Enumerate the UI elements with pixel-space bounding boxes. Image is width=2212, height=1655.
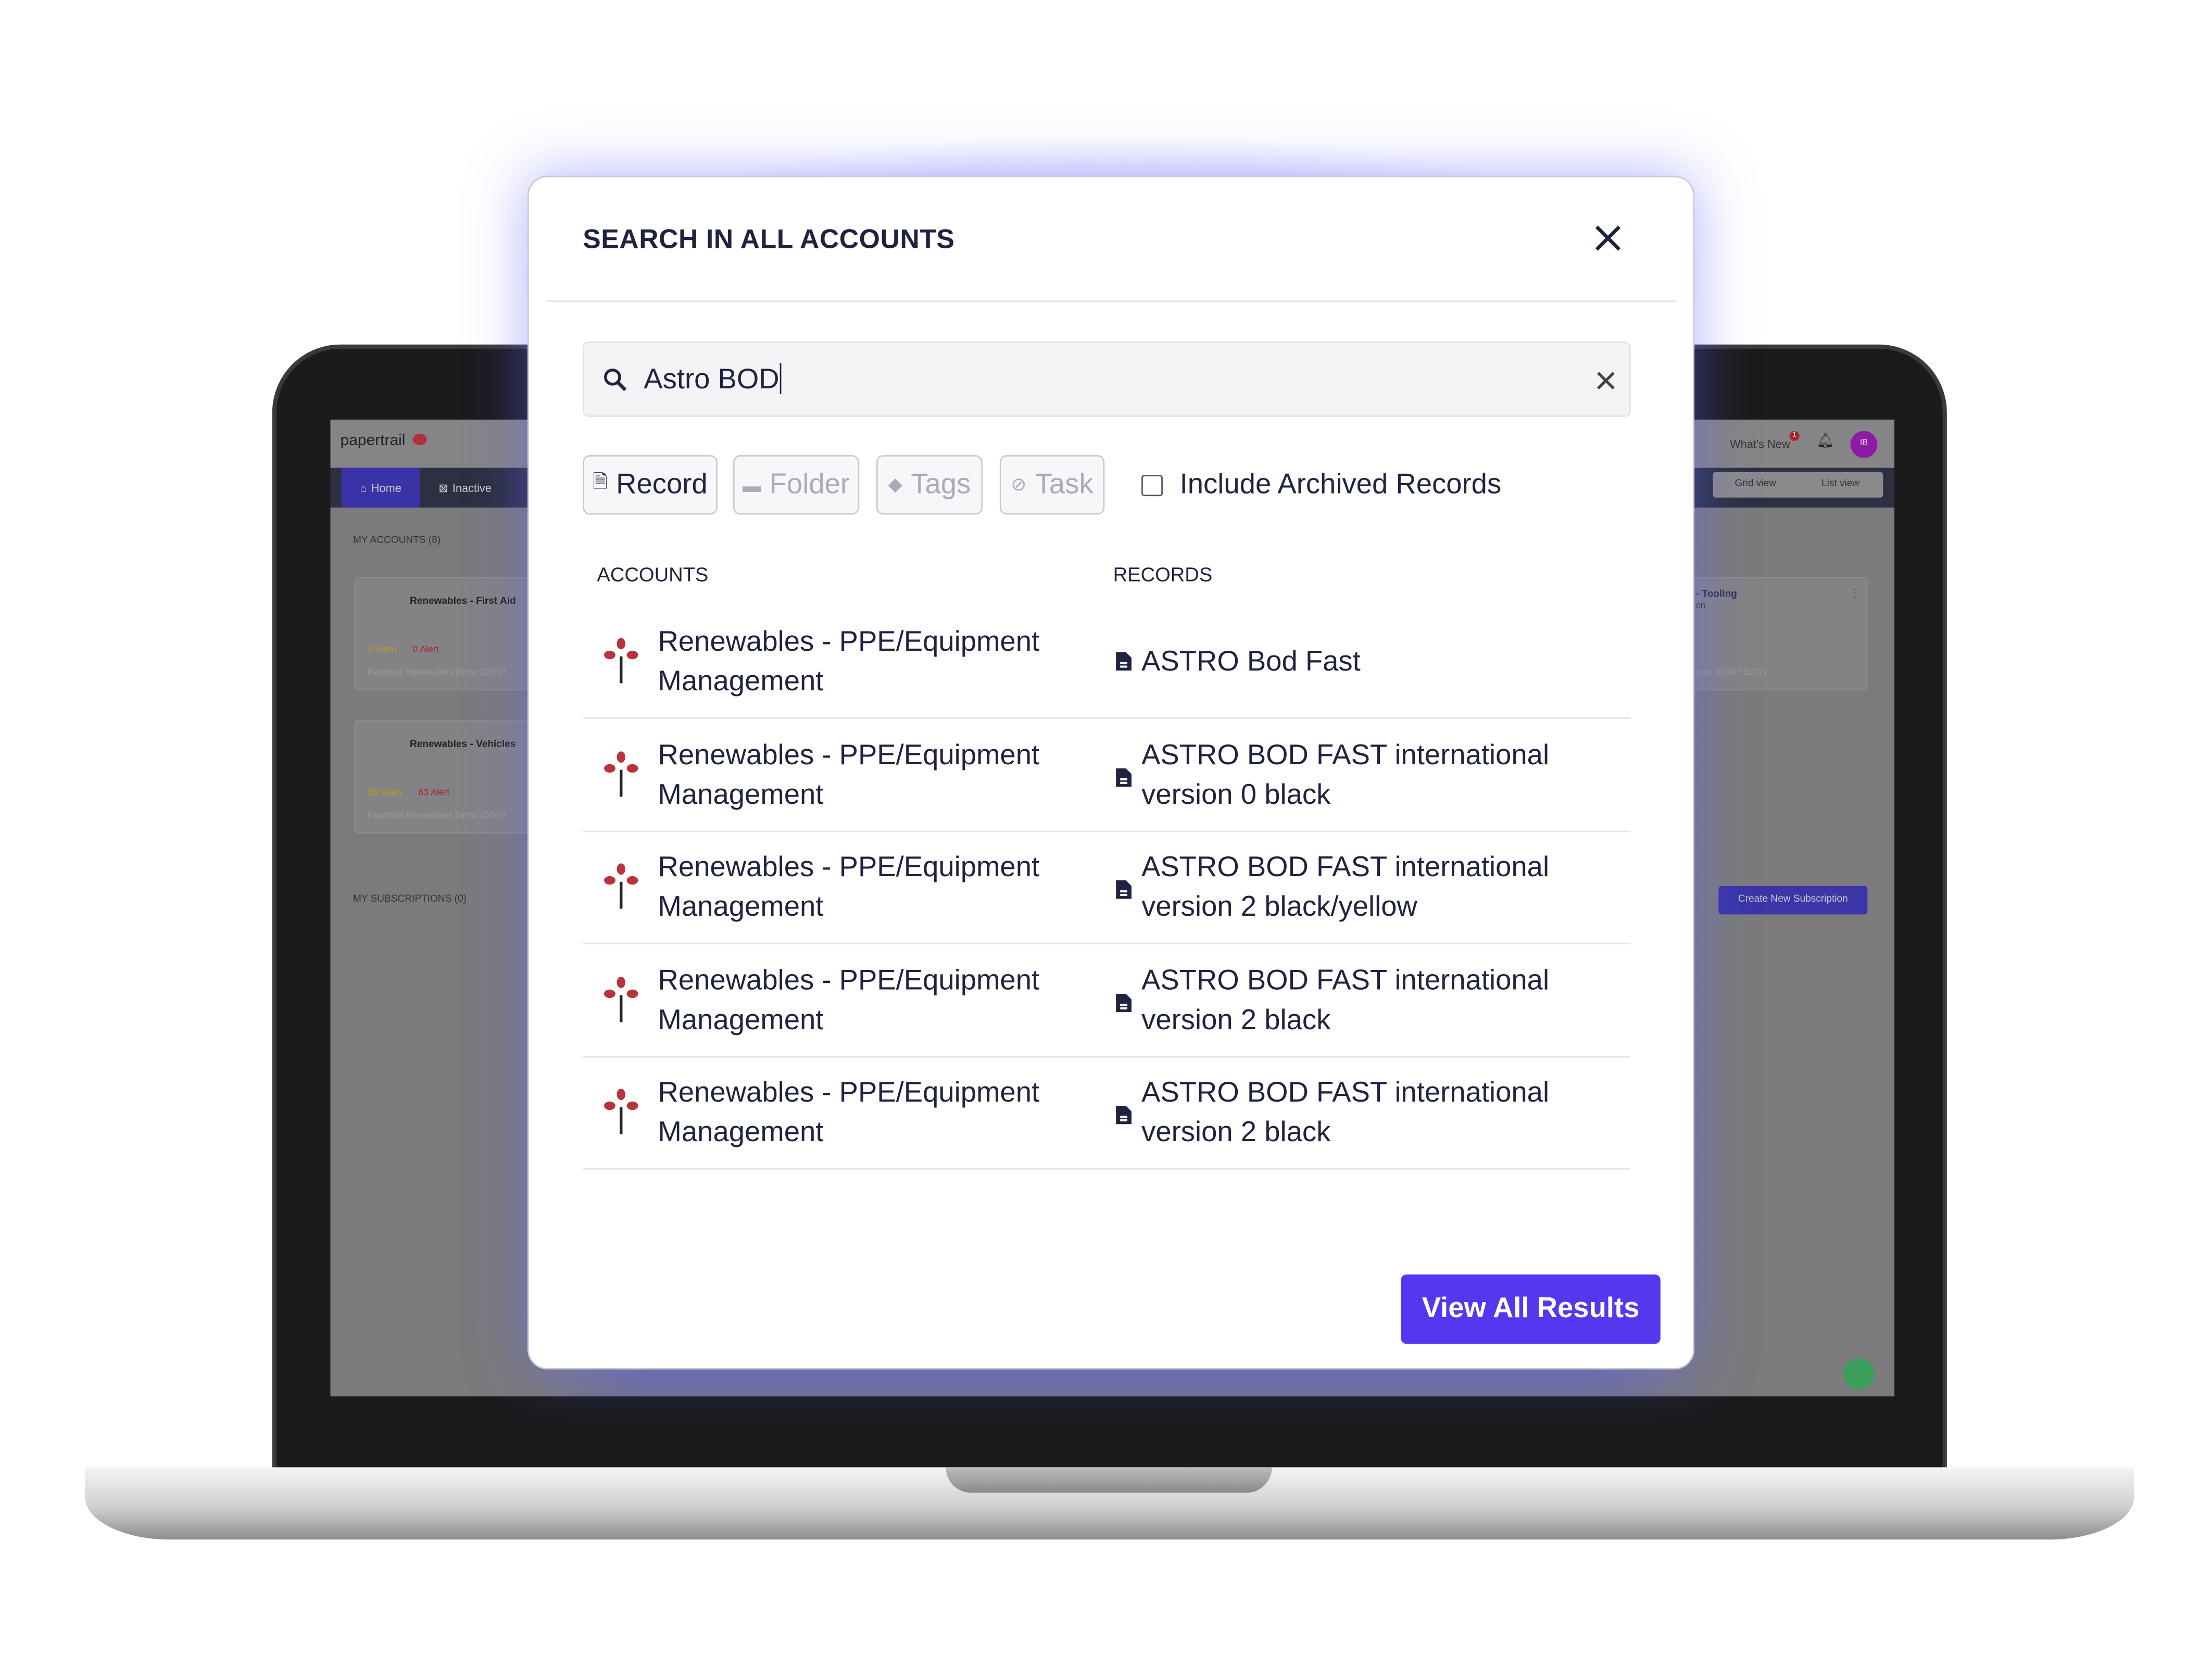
card-org: emo (DONT EDIT) xyxy=(1695,669,1766,678)
view-all-results-button[interactable]: View All Results xyxy=(1401,1274,1661,1344)
account-logo-icon xyxy=(604,863,638,909)
bell-icon[interactable]: 🔔︎ xyxy=(1816,434,1834,449)
my-subscriptions-heading: MY SUBSCRIPTIONS (0) xyxy=(353,894,467,905)
filter-label: Record xyxy=(616,468,708,500)
card-title: Renewables - Vehicles xyxy=(409,740,516,750)
view-toggle: Grid view List view xyxy=(1713,472,1883,498)
alert-count: 63 Alert xyxy=(418,788,450,799)
result-row[interactable]: Renewables - PPE/Equipment Management AS… xyxy=(583,831,1631,944)
my-accounts-heading: MY ACCOUNTS (8) xyxy=(353,536,441,546)
accounts-column-header: ACCOUNTS xyxy=(597,563,709,586)
filter-folder-button[interactable]: ▬ Folder xyxy=(733,455,860,515)
laptop-notch xyxy=(946,1467,1272,1493)
folder-icon: ▬ xyxy=(742,474,761,496)
alert-count: 0 Alert xyxy=(412,645,439,655)
result-row[interactable]: Renewables - PPE/Equipment Management AS… xyxy=(583,605,1631,719)
avatar[interactable]: IB xyxy=(1850,431,1878,458)
inactive-icon: ⊠ xyxy=(438,481,448,495)
include-archived-label[interactable]: Include Archived Records xyxy=(1180,469,1502,502)
more-icon[interactable]: ⋮ xyxy=(1849,587,1861,600)
close-icon[interactable] xyxy=(1590,220,1627,257)
record-icon xyxy=(1116,1106,1132,1125)
include-archived-checkbox[interactable] xyxy=(1141,475,1163,497)
list-view-button[interactable]: List view xyxy=(1798,472,1883,498)
account-logo-icon xyxy=(604,1089,638,1134)
record-icon: 🗎 xyxy=(593,471,608,492)
filter-label: Task xyxy=(1035,468,1094,500)
filter-label: Folder xyxy=(769,468,850,500)
record-icon xyxy=(1116,993,1132,1012)
record-icon xyxy=(1116,652,1132,671)
account-name[interactable]: Renewables - PPE/Equipment Management xyxy=(658,1073,1070,1152)
card-org: Papertrail Renewables Demo (DONT xyxy=(367,812,508,821)
search-modal: SEARCH IN ALL ACCOUNTS Astro BOD 🗎 Record… xyxy=(527,175,1695,1370)
result-row[interactable]: Renewables - PPE/Equipment Management AS… xyxy=(583,943,1631,1057)
record-name[interactable]: ASTRO BOD FAST international version 2 b… xyxy=(1141,961,1567,1040)
record-name[interactable]: ASTRO BOD FAST international version 2 b… xyxy=(1141,1073,1567,1152)
card-org: Papertrail Renewables Demo (DONT xyxy=(367,669,508,678)
text-caret xyxy=(779,363,782,395)
warn-count: 38 Warn xyxy=(367,788,402,799)
account-logo-icon xyxy=(604,638,638,684)
search-input[interactable]: Astro BOD xyxy=(583,342,1631,417)
tag-icon: ◆ xyxy=(888,473,902,495)
account-name[interactable]: Renewables - PPE/Equipment Management xyxy=(658,961,1070,1040)
tab-label: Home xyxy=(371,481,401,495)
record-name[interactable]: ASTRO BOD FAST international version 2 b… xyxy=(1141,848,1567,927)
tab-home[interactable]: ⌂ Home xyxy=(342,468,420,508)
card-title: - Tooling xyxy=(1695,589,1737,600)
create-subscription-button[interactable]: Create New Subscription xyxy=(1718,886,1868,915)
record-icon xyxy=(1116,767,1132,786)
card-title: Renewables - First Aid xyxy=(409,597,516,607)
cloud-logo-icon xyxy=(412,434,427,446)
filter-tags-button[interactable]: ◆ Tags xyxy=(876,455,983,515)
divider xyxy=(546,300,1676,302)
account-name[interactable]: Renewables - PPE/Equipment Management xyxy=(658,622,1070,701)
result-row[interactable]: Renewables - PPE/Equipment Management AS… xyxy=(583,718,1631,832)
clear-search-icon[interactable] xyxy=(1597,371,1615,390)
papertrail-logo: papertrail xyxy=(340,432,406,450)
whats-new-badge: 1 xyxy=(1789,431,1800,441)
home-icon: ⌂ xyxy=(360,481,367,495)
tab-label: Inactive xyxy=(452,481,492,495)
search-text: Astro BOD xyxy=(644,364,780,396)
account-name[interactable]: Renewables - PPE/Equipment Management xyxy=(658,735,1070,814)
task-icon: ⊘ xyxy=(1011,473,1027,495)
whats-new-link[interactable]: What's New xyxy=(1730,438,1790,451)
record-icon xyxy=(1116,880,1132,899)
account-logo-icon xyxy=(604,976,638,1021)
account-name[interactable]: Renewables - PPE/Equipment Management xyxy=(658,848,1070,927)
records-column-header: RECORDS xyxy=(1113,563,1213,586)
result-row[interactable]: Renewables - PPE/Equipment Management AS… xyxy=(583,1056,1631,1170)
chat-icon[interactable] xyxy=(1843,1358,1875,1389)
search-icon xyxy=(604,369,627,391)
modal-title: SEARCH IN ALL ACCOUNTS xyxy=(583,225,955,256)
search-value[interactable]: Astro BOD xyxy=(644,363,782,397)
filter-record-button[interactable]: 🗎 Record xyxy=(583,455,718,515)
account-logo-icon xyxy=(604,750,638,797)
filter-task-button[interactable]: ⊘ Task xyxy=(999,455,1105,515)
record-name[interactable]: ASTRO Bod Fast xyxy=(1141,642,1567,682)
warn-count: 2 Warn xyxy=(367,645,397,655)
record-name[interactable]: ASTRO BOD FAST international version 0 b… xyxy=(1141,735,1567,814)
tab-inactive[interactable]: ⊠ Inactive xyxy=(422,468,507,508)
filter-label: Tags xyxy=(911,468,971,500)
grid-view-button[interactable]: Grid view xyxy=(1713,472,1798,498)
